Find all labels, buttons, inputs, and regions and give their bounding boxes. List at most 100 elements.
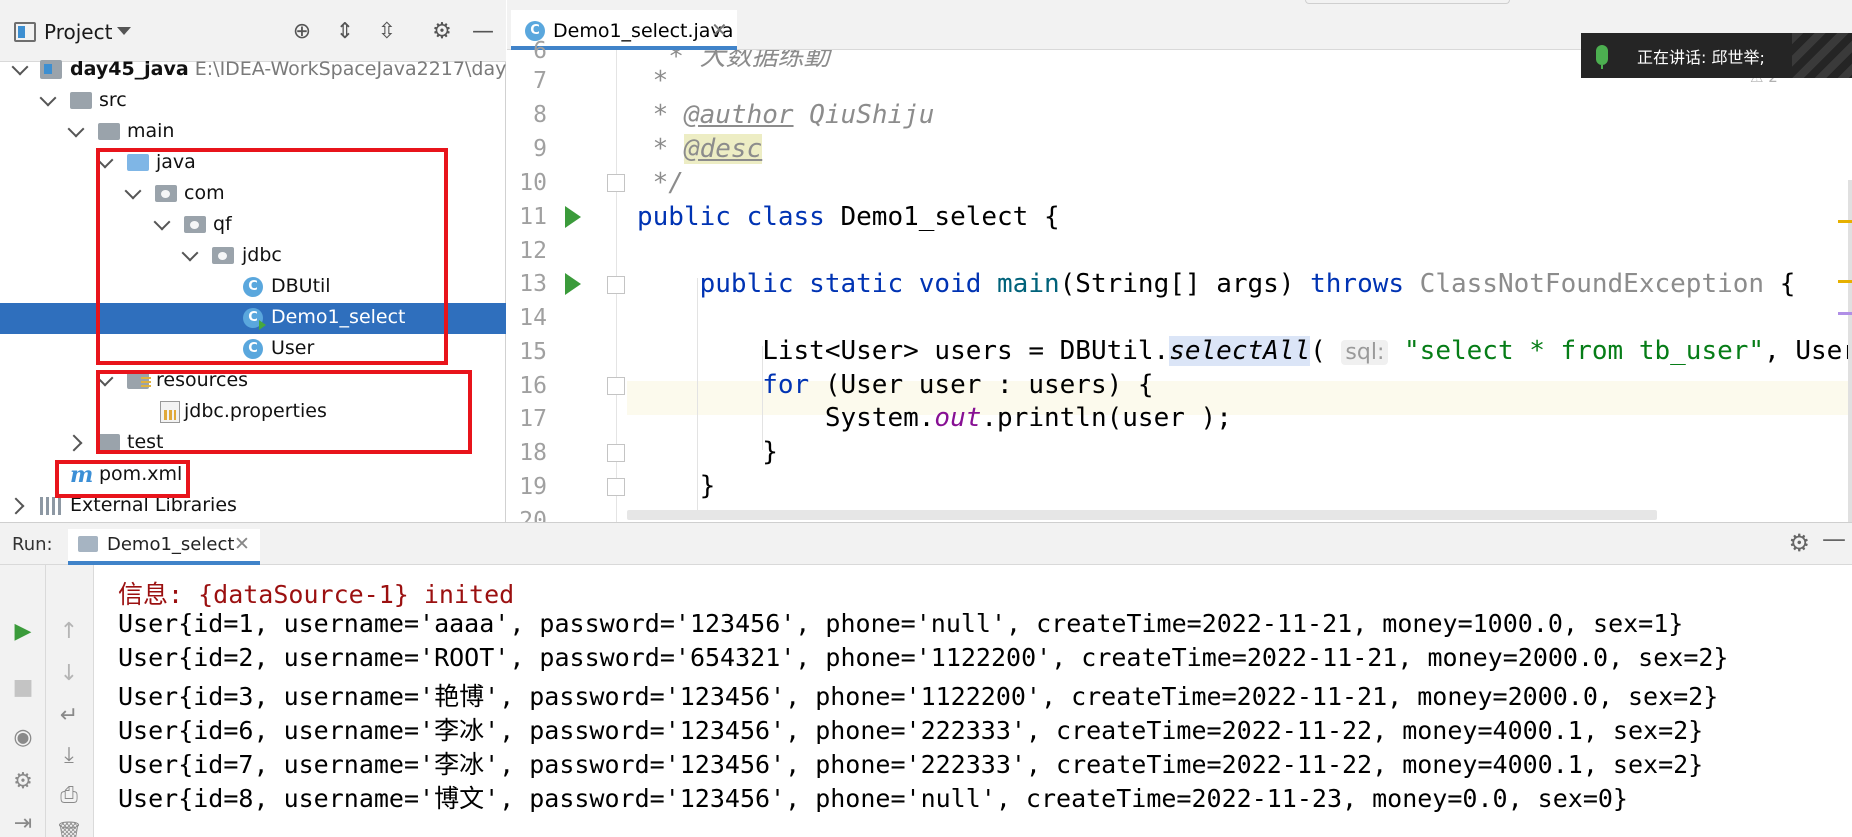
tab-label: Demo1_select.java — [553, 20, 734, 42]
line-number: 7 — [533, 68, 547, 94]
line-number: 13 — [519, 271, 547, 297]
close-icon[interactable]: ✕ — [711, 18, 728, 42]
console-line: User{id=7, username='李冰', password='1234… — [118, 750, 1704, 779]
line-number: 8 — [533, 102, 547, 128]
fold-icon[interactable] — [607, 478, 625, 496]
stop-icon[interactable]: ■ — [0, 675, 46, 700]
chevron-right-icon[interactable] — [7, 497, 25, 515]
code-editor[interactable]: C Demo1_select.java ✕ 6 7 8 9 10 11 12 1… — [507, 0, 1852, 534]
code-line-15: List<User> users = DBUtil.selectAll( sql… — [637, 336, 1852, 366]
line-number: 15 — [519, 339, 547, 365]
console-icon — [78, 536, 98, 552]
console-line: User{id=6, username='李冰', password='1234… — [118, 716, 1704, 745]
code-line-7: * — [637, 66, 669, 96]
tree-item-label: day45_java — [70, 58, 189, 80]
search-everywhere-field[interactable] — [1305, 0, 1510, 4]
fold-icon[interactable] — [607, 444, 625, 462]
fold-icon[interactable] — [607, 174, 625, 192]
line-number: 19 — [519, 474, 547, 500]
javadoc-tag: @desc — [683, 134, 763, 164]
code-text: List<User> users = DBUtil. — [637, 336, 1170, 366]
code-text: (String[] args) — [1059, 269, 1311, 299]
run-label: Run: — [12, 534, 53, 555]
code-text: { — [1764, 269, 1796, 299]
run-tab-label: Demo1_select — [107, 534, 235, 555]
project-panel-header: Project ⊕ ⇕ ⇳ ⚙ — — [0, 0, 506, 62]
code-line-18: } — [637, 437, 778, 467]
settings-icon[interactable]: ⚙ — [0, 769, 46, 794]
code-text: ( — [1310, 336, 1342, 366]
tree-item-src[interactable]: src — [0, 86, 506, 117]
scroll-to-end-icon[interactable]: ⤓ — [46, 743, 92, 768]
warning-marker[interactable] — [1838, 280, 1852, 283]
trash-icon[interactable]: 🗑 — [46, 821, 92, 837]
code-line-16: for (User user : users) { — [637, 370, 1153, 400]
collapse-all-icon[interactable]: ⇳ — [372, 16, 402, 46]
code-line-17: System.out.println(user ); — [637, 403, 1232, 433]
console-line: User{id=3, username='艳博', password='1234… — [118, 682, 1719, 711]
fold-icon[interactable] — [607, 377, 625, 395]
rerun-icon[interactable]: ▶ — [0, 619, 46, 644]
minimize-icon[interactable]: — — [468, 16, 498, 46]
exit-icon[interactable]: ⇥ — [0, 811, 46, 836]
comment-text: * — [637, 66, 669, 96]
tab-demo1-select[interactable]: Demo1_select ✕ — [68, 529, 260, 565]
code-text: System. — [637, 403, 935, 433]
info-marker[interactable] — [1838, 312, 1852, 315]
code-text: , User — [1764, 336, 1852, 366]
tree-item-day45-java[interactable]: day45_java E:\IDEA-WorkSpaceJava2217\day… — [0, 55, 557, 86]
print-icon[interactable]: ⎙ — [46, 783, 92, 808]
tree-item-main[interactable]: main — [0, 117, 506, 148]
library-icon — [40, 497, 62, 515]
drag-handle[interactable] — [1792, 33, 1852, 78]
tree-item-label: main — [127, 120, 175, 142]
crosshair-icon[interactable]: ⊕ — [287, 16, 317, 46]
gear-icon[interactable]: ⚙ — [1788, 529, 1810, 557]
arrow-up-icon[interactable]: ↑ — [46, 619, 92, 644]
annotation-box-java — [96, 148, 448, 365]
run-toolbar-secondary: ↑ ↓ ↵ ⤓ ⎙ 🗑 — [46, 565, 94, 837]
warning-marker[interactable] — [1838, 220, 1852, 223]
code-area[interactable]: * 大数据练勤 * * @author QiuShiju * @desc */ … — [627, 50, 1852, 522]
horizontal-scrollbar[interactable] — [627, 510, 1657, 520]
static-field: out — [934, 403, 982, 433]
console-output[interactable]: 信息: {dataSource-1} inited User{id=1, use… — [118, 565, 1852, 837]
code-text: } — [637, 437, 778, 467]
chevron-right-icon[interactable] — [65, 434, 83, 452]
code-line-9: * @desc — [637, 134, 763, 164]
run-toolbar-primary: ▶ ■ ◉ ⚙ ⇥ — [0, 565, 46, 837]
project-icon — [14, 22, 36, 42]
expand-all-icon[interactable]: ⇕ — [330, 16, 360, 46]
run-icon[interactable] — [565, 273, 581, 295]
tree-item-label: src — [99, 89, 127, 111]
line-number: 11 — [519, 204, 547, 230]
soft-wrap-icon[interactable]: ↵ — [46, 703, 92, 728]
code-text: .println(user ); — [981, 403, 1232, 433]
error-stripe — [1838, 180, 1852, 330]
chevron-down-icon[interactable] — [11, 58, 29, 76]
line-number: 9 — [533, 136, 547, 162]
keyword: public class — [637, 202, 825, 232]
fold-icon[interactable] — [607, 276, 625, 294]
chevron-down-icon[interactable] — [67, 120, 85, 138]
run-icon[interactable] — [565, 206, 581, 228]
code-text: Demo1_select { — [824, 202, 1060, 232]
chevron-down-icon[interactable] — [117, 27, 131, 35]
folder-icon — [98, 123, 120, 140]
project-panel-title[interactable]: Project — [44, 20, 112, 44]
line-number: 10 — [519, 170, 547, 196]
line-number: 14 — [519, 305, 547, 331]
chevron-down-icon[interactable] — [39, 89, 57, 107]
voice-call-overlay: 正在讲话: 邱世举; — [1581, 33, 1852, 78]
close-icon[interactable]: ✕ — [234, 533, 250, 555]
microphone-icon — [1596, 45, 1608, 69]
gear-icon[interactable]: ⚙ — [427, 16, 457, 46]
code-line-10: */ — [637, 168, 684, 198]
minimize-icon[interactable]: — — [1822, 525, 1846, 553]
arrow-down-icon[interactable]: ↓ — [46, 661, 92, 686]
annotation-box-resources — [96, 370, 472, 454]
camera-icon[interactable]: ◉ — [0, 725, 46, 750]
comment-text: QiuShiju — [793, 100, 935, 130]
javadoc-tag: @author — [683, 100, 794, 130]
console-line: User{id=1, username='aaaa', password='12… — [118, 609, 1684, 638]
